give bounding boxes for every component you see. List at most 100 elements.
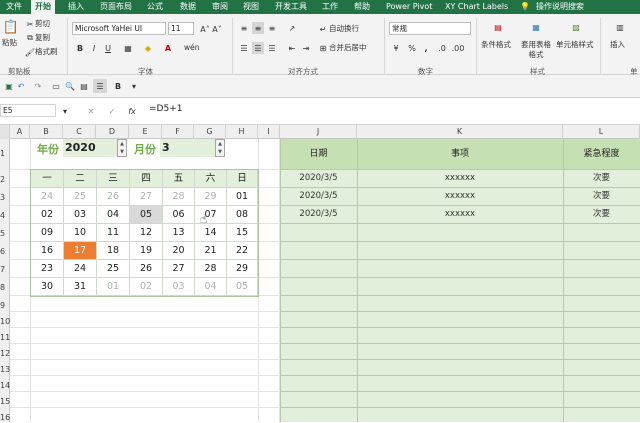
- calendar-day[interactable]: 25: [97, 260, 130, 278]
- align-bottom-icon[interactable]: ≡: [266, 22, 278, 34]
- column-header[interactable]: K: [357, 125, 563, 139]
- select-all-corner[interactable]: [0, 125, 10, 139]
- align-middle-icon[interactable]: ≡: [252, 22, 264, 34]
- calendar-day[interactable]: 28: [195, 260, 227, 278]
- row-header[interactable]: 8: [0, 283, 10, 293]
- calendar-day[interactable]: 28: [163, 188, 195, 206]
- number-format-select[interactable]: 常规: [389, 22, 471, 35]
- save-icon[interactable]: ▣: [3, 80, 15, 92]
- calendar-day[interactable]: 24: [64, 260, 97, 278]
- enter-formula-icon[interactable]: ✓: [106, 105, 118, 117]
- tell-me-search[interactable]: 操作说明搜索: [536, 0, 584, 14]
- calendar-day[interactable]: 19: [130, 242, 163, 260]
- tab-file[interactable]: 文件: [6, 0, 22, 14]
- calendar-day[interactable]: 15: [227, 224, 258, 242]
- event-urgency[interactable]: 次要: [563, 205, 640, 223]
- row-header[interactable]: 14: [0, 381, 10, 391]
- bold-button[interactable]: B: [74, 42, 86, 54]
- column-header[interactable]: H: [226, 125, 258, 139]
- month-value[interactable]: 3: [160, 139, 222, 157]
- redo-icon[interactable]: ↷: [32, 80, 44, 92]
- row-header[interactable]: 6: [0, 247, 10, 257]
- calendar-day[interactable]: 10: [64, 224, 97, 242]
- font-color-icon[interactable]: A: [162, 42, 174, 54]
- column-header[interactable]: B: [30, 125, 63, 139]
- calendar-day[interactable]: 11: [97, 224, 130, 242]
- tab-insert[interactable]: 插入: [68, 0, 84, 14]
- font-name-select[interactable]: Microsoft YaHei UI: [72, 22, 166, 35]
- calendar-day[interactable]: 31: [64, 278, 97, 296]
- column-header[interactable]: A: [10, 125, 30, 139]
- event-item[interactable]: xxxxxx: [357, 187, 563, 205]
- column-header[interactable]: E: [129, 125, 162, 139]
- name-box-dropdown-icon[interactable]: ▾: [59, 105, 71, 117]
- calendar-day[interactable]: 13: [163, 224, 195, 242]
- align-top-icon[interactable]: ≡: [238, 22, 250, 34]
- calendar-day[interactable]: 24: [31, 188, 64, 206]
- calendar-day[interactable]: 02: [31, 206, 64, 224]
- row-header[interactable]: 1: [0, 149, 10, 159]
- orientation-icon[interactable]: ↗: [286, 22, 298, 34]
- increase-font-icon[interactable]: A˄: [199, 23, 211, 35]
- decrease-font-icon[interactable]: A˅: [211, 23, 223, 35]
- tab-help[interactable]: 帮助: [354, 0, 370, 14]
- calendar-day[interactable]: 30: [31, 278, 64, 296]
- insert-function-icon[interactable]: fx: [126, 105, 138, 117]
- tab-home[interactable]: 开始: [31, 0, 55, 14]
- tab-view[interactable]: 视图: [243, 0, 259, 14]
- tab-work[interactable]: 工作: [322, 0, 338, 14]
- name-box[interactable]: E5: [0, 104, 56, 117]
- column-header[interactable]: G: [194, 125, 226, 139]
- tab-power-pivot[interactable]: Power Pivot: [386, 0, 432, 14]
- percent-button[interactable]: %: [406, 42, 418, 54]
- cancel-formula-icon[interactable]: ✕: [85, 105, 97, 117]
- italic-button[interactable]: I: [88, 42, 100, 54]
- event-item[interactable]: xxxxxx: [357, 205, 563, 223]
- new-icon[interactable]: ▭: [50, 80, 62, 92]
- insert-cells-button[interactable]: 插入: [610, 40, 625, 50]
- print-preview-icon[interactable]: 🔍: [64, 80, 76, 92]
- tab-developer[interactable]: 开发工具: [275, 0, 307, 14]
- row-header[interactable]: 11: [0, 333, 10, 343]
- event-date[interactable]: 2020/3/5: [280, 187, 357, 205]
- column-header[interactable]: F: [162, 125, 194, 139]
- row-header[interactable]: 3: [0, 193, 10, 203]
- column-header[interactable]: I: [258, 125, 280, 139]
- calendar-day[interactable]: 27: [130, 188, 163, 206]
- indent-decrease-icon[interactable]: ⇤: [286, 42, 298, 54]
- tab-formulas[interactable]: 公式: [147, 0, 163, 14]
- calendar-day[interactable]: 08: [227, 206, 258, 224]
- bold-quick-icon[interactable]: B: [112, 80, 124, 92]
- calendar-day[interactable]: 22: [227, 242, 258, 260]
- calendar-day[interactable]: 27: [163, 260, 195, 278]
- border-icon[interactable]: ▦: [122, 42, 134, 54]
- customize-qat-icon[interactable]: ▾: [128, 80, 140, 92]
- merge-center-button[interactable]: 合并后居中: [329, 43, 367, 53]
- calendar-day[interactable]: 14: [195, 224, 227, 242]
- calendar-day[interactable]: 04: [97, 206, 130, 224]
- event-urgency[interactable]: 次要: [563, 187, 640, 205]
- tab-page-layout[interactable]: 页面布局: [100, 0, 132, 14]
- calendar-day[interactable]: 23: [31, 260, 64, 278]
- tab-xy-chart-labels[interactable]: XY Chart Labels: [445, 0, 508, 14]
- row-header[interactable]: 7: [0, 265, 10, 275]
- underline-button[interactable]: U: [102, 42, 114, 54]
- cell-styles-button[interactable]: 单元格样式: [556, 40, 594, 50]
- comma-button[interactable]: ,: [420, 42, 432, 54]
- tab-review[interactable]: 审阅: [212, 0, 228, 14]
- tab-data[interactable]: 数据: [180, 0, 196, 14]
- calendar-day[interactable]: 04: [195, 278, 227, 296]
- conditional-format-button[interactable]: 条件格式: [481, 40, 511, 50]
- calendar-day[interactable]: 25: [64, 188, 97, 206]
- align-center-icon[interactable]: ☰: [252, 42, 264, 54]
- border-style-icon[interactable]: ☰: [93, 79, 107, 93]
- undo-icon[interactable]: ↶: [15, 80, 27, 92]
- calendar-day[interactable]: 21: [195, 242, 227, 260]
- formula-input[interactable]: =D5+1: [147, 104, 640, 117]
- calendar-day[interactable]: 20: [163, 242, 195, 260]
- copy-button[interactable]: 复制: [35, 33, 50, 43]
- increase-decimal-icon[interactable]: .0: [436, 42, 448, 54]
- calendar-day[interactable]: 02: [130, 278, 163, 296]
- column-header[interactable]: J: [280, 125, 357, 139]
- calendar-day[interactable]: 01: [227, 188, 258, 206]
